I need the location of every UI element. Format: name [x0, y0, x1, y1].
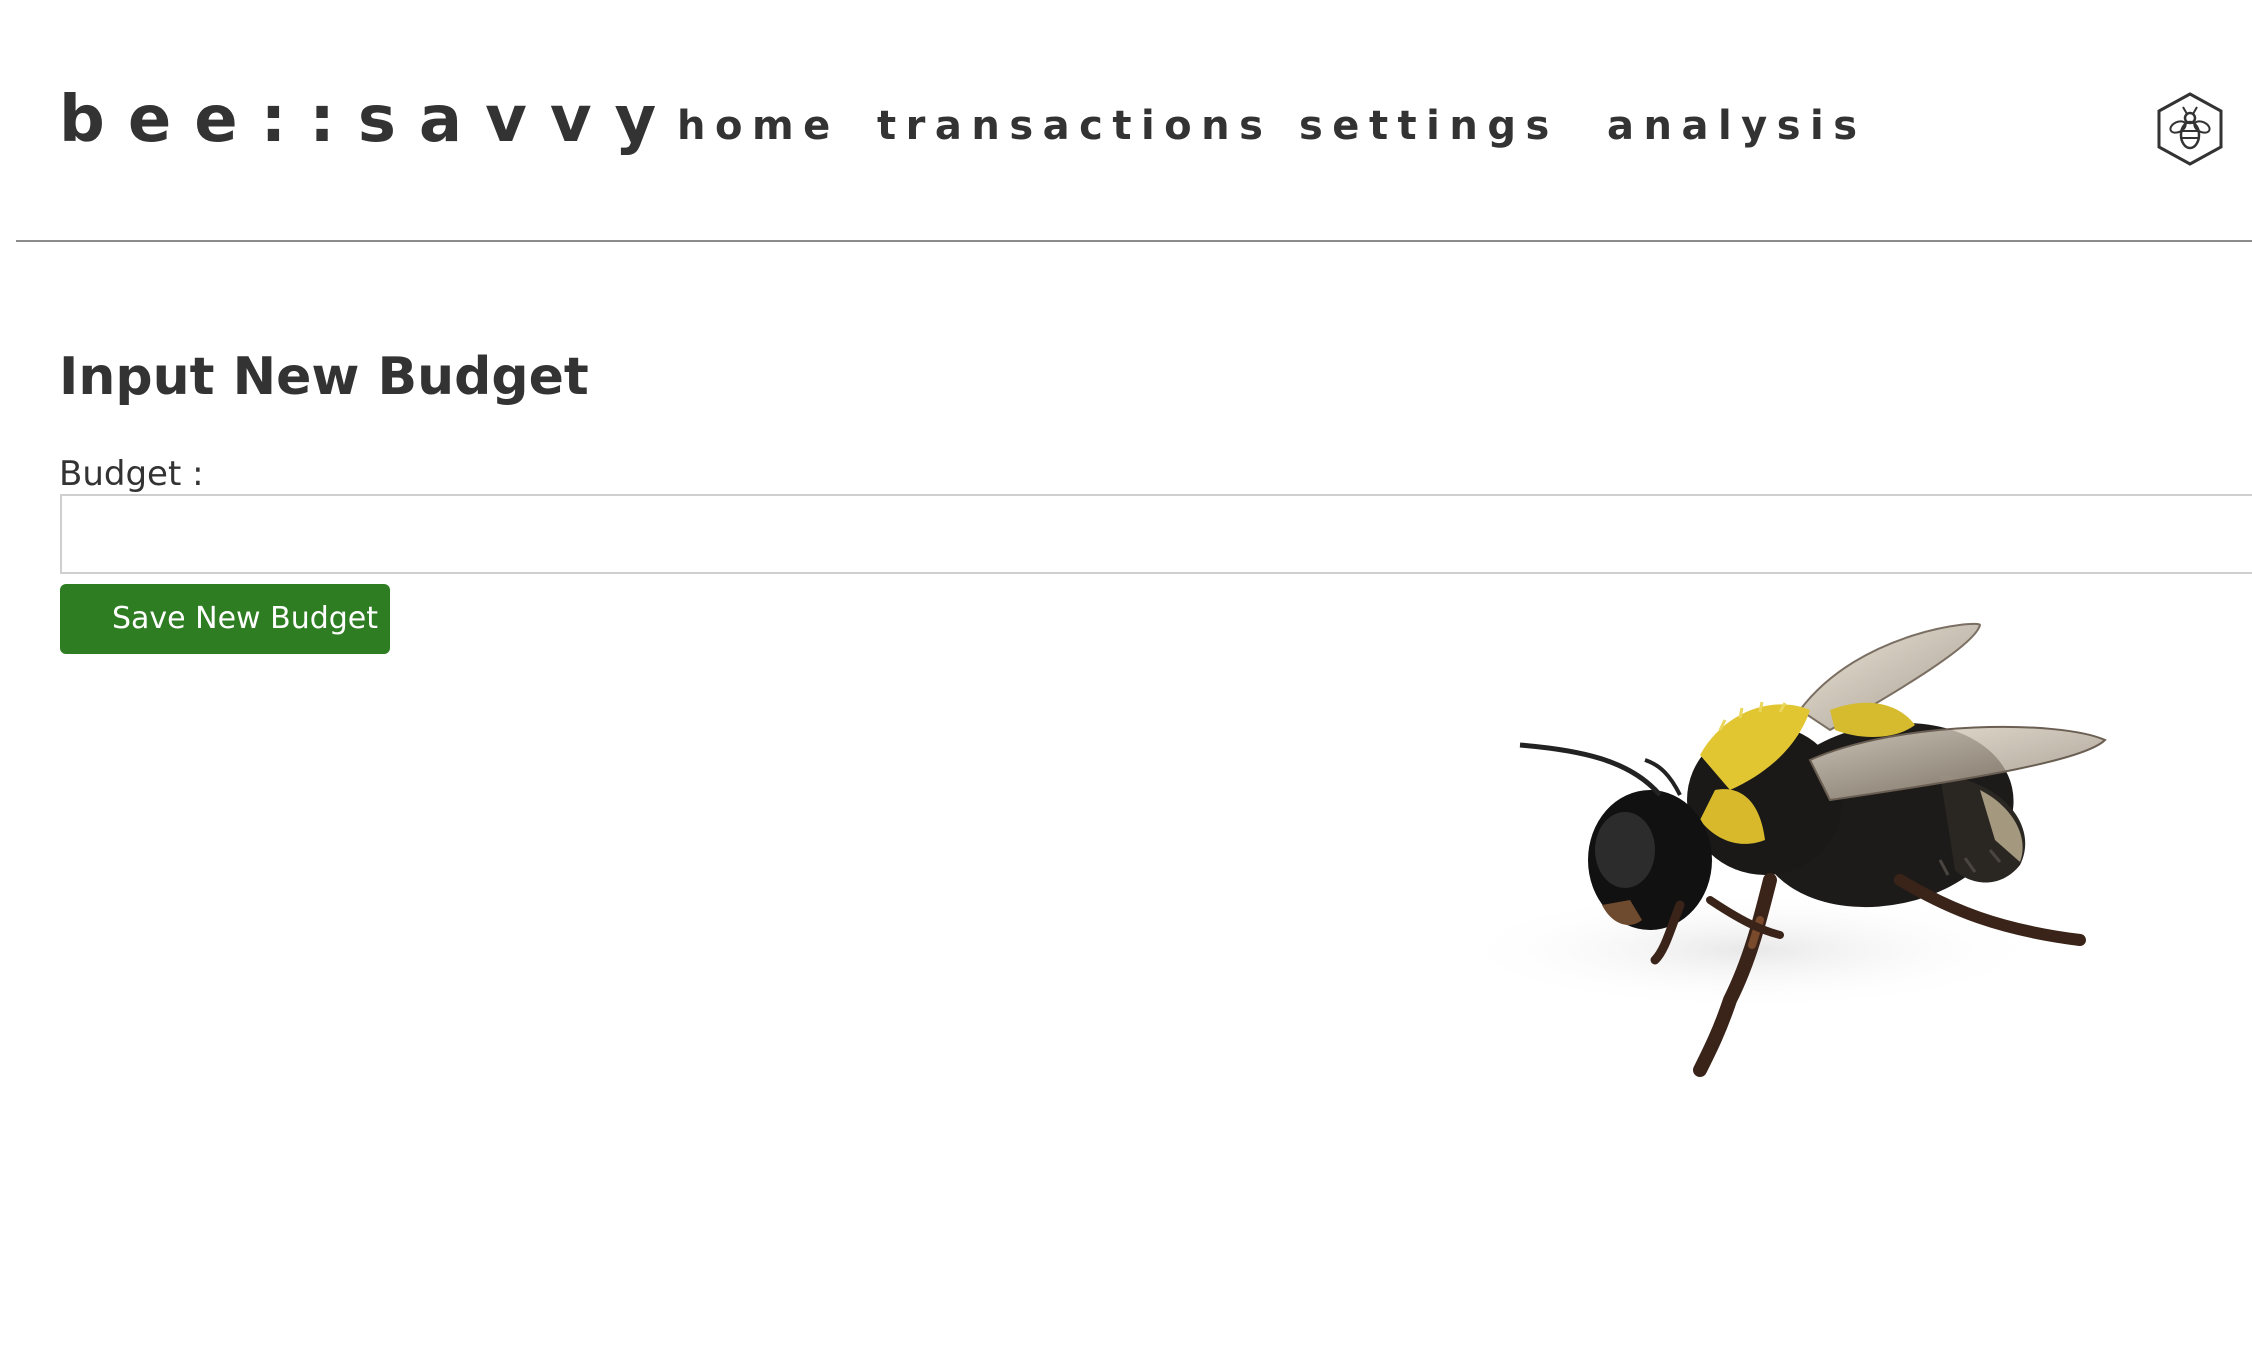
page: bee::savvy home transactions settings an…: [0, 0, 2252, 1346]
brand-logo[interactable]: bee::savvy: [59, 80, 679, 160]
budget-label: Budget :: [59, 454, 204, 494]
save-new-budget-button[interactable]: Save New Budget: [60, 584, 390, 654]
budget-input[interactable]: [60, 494, 2252, 574]
nav-settings[interactable]: settings: [1299, 98, 1559, 154]
bumblebee-photo: [1380, 600, 2140, 1080]
nav-analysis[interactable]: analysis: [1607, 98, 1867, 154]
header-divider: [16, 240, 2252, 242]
bee-hexagon-icon[interactable]: [2155, 91, 2225, 167]
page-title: Input New Budget: [59, 347, 589, 407]
nav-home[interactable]: home: [677, 98, 840, 154]
nav-transactions[interactable]: transactions: [877, 98, 1272, 154]
